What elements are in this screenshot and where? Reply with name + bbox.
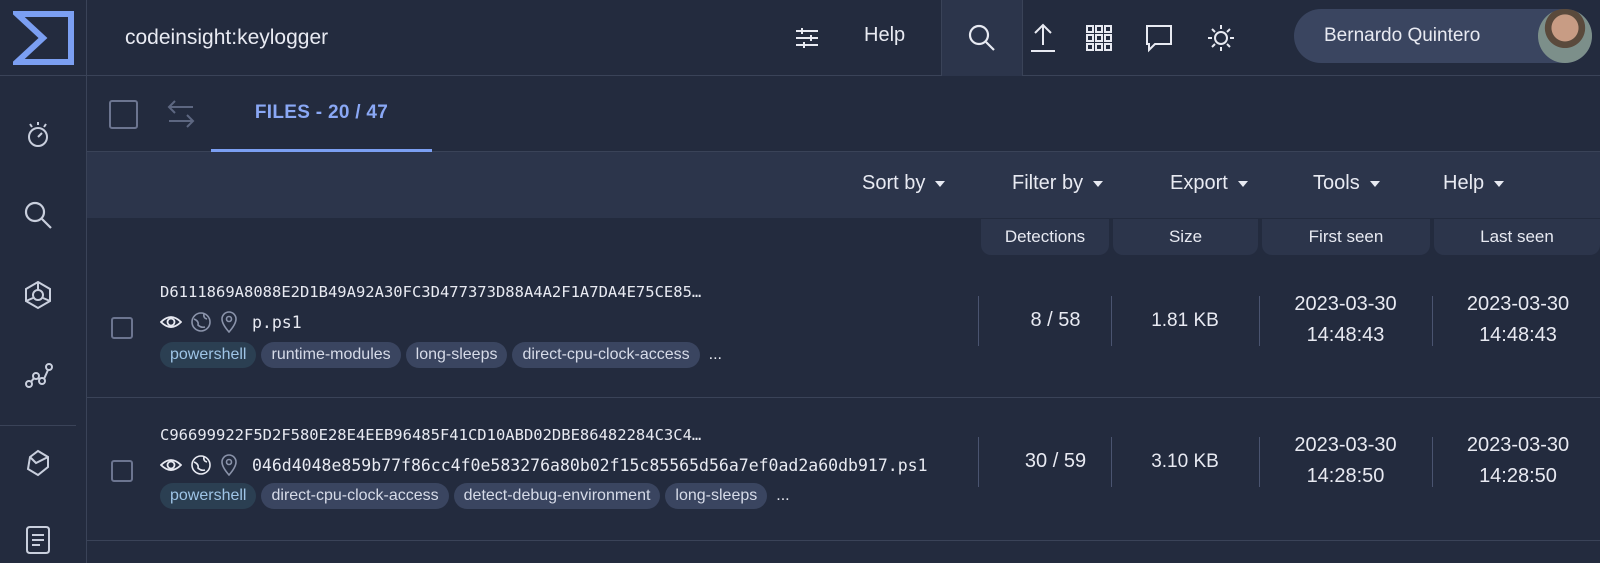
trends-icon[interactable] [18,355,58,395]
file-hash[interactable]: C96699922F5D2F580E28E4EEB96485F41CD10ABD… [160,426,701,444]
table-row[interactable]: D6111869A8088E2D1B49A92A30FC3D477373D88A… [87,256,1600,398]
first-seen-time: 14:28:50 [1306,465,1385,487]
first-seen-time: 14:48:43 [1306,324,1385,346]
results-toolbar: Sort by Filter by Export Tools Help [87,152,1600,218]
search-settings-icon[interactable] [787,18,827,58]
file-name[interactable]: p.ps1 [252,313,302,332]
sort-by-label: Sort by [862,172,926,194]
chevron-down-icon [1494,180,1505,187]
column-first-seen[interactable]: First seen [1262,219,1430,255]
tag[interactable]: runtime-modules [261,342,401,368]
tag[interactable]: powershell [160,483,257,509]
last-seen-value: 2023-03-30 14:48:43 [1432,289,1600,351]
chevron-down-icon [935,180,946,187]
tag[interactable]: long-sleeps [405,342,508,368]
column-detections[interactable]: Detections [981,219,1109,255]
search-query[interactable]: codeinsight:keylogger [125,26,328,50]
sidebar [0,0,87,563]
search-button[interactable] [941,0,1023,76]
bug-icon[interactable] [18,443,58,483]
size-value: 3.10 KB [1151,451,1219,472]
more-tags[interactable]: ... [776,487,789,505]
last-seen-time: 14:28:50 [1479,465,1557,487]
last-seen-date: 2023-03-30 [1466,434,1570,456]
chevron-down-icon [1237,180,1248,187]
table-row[interactable]: C96699922F5D2F580E28E4EEB96485F41CD10ABD… [87,399,1600,541]
tab-bar: FILES - 20 / 47 [87,76,1600,152]
export-label: Export [1170,172,1228,194]
theme-toggle-icon[interactable] [1201,18,1241,58]
first-seen-date: 2023-03-30 [1294,434,1397,456]
globe-icon [191,312,211,332]
search-icon [968,24,995,51]
column-last-seen[interactable]: Last seen [1434,219,1600,255]
size-value: 1.81 KB [1151,310,1219,331]
last-seen-date: 2023-03-30 [1466,293,1570,315]
detections-value[interactable]: 8 / 58 [978,309,1133,332]
top-bar: codeinsight:keylogger Help Bernardo Quin… [87,0,1600,76]
tag[interactable]: powershell [160,342,257,368]
eye-icon [160,316,182,328]
file-name-line: 046d4048e859b77f86cc4f0e583276a80b02f15c… [160,454,928,476]
column-size[interactable]: Size [1113,219,1258,255]
help-dropdown[interactable]: Help [1443,172,1505,195]
tag[interactable]: direct-cpu-clock-access [261,483,449,509]
chevron-down-icon [1369,180,1380,187]
sidebar-divider [0,425,76,426]
tag-list: powershell runtime-modules long-sleeps d… [160,342,722,368]
last-seen-time: 14:48:43 [1479,324,1557,346]
file-hash[interactable]: D6111869A8088E2D1B49A92A30FC3D477373D88A… [160,283,701,301]
upload-icon[interactable] [1023,18,1063,58]
chevron-down-icon [1093,180,1104,187]
export-dropdown[interactable]: Export [1170,172,1248,195]
swap-icon[interactable] [165,96,197,137]
sort-by-dropdown[interactable]: Sort by [862,172,946,195]
select-all-checkbox[interactable] [109,100,138,129]
first-seen-date: 2023-03-30 [1294,293,1397,315]
filter-by-label: Filter by [1012,172,1084,194]
tag[interactable]: detect-debug-environment [453,483,661,509]
tag-list: powershell direct-cpu-clock-access detec… [160,483,790,509]
tools-dropdown[interactable]: Tools [1313,172,1380,195]
graph-icon[interactable] [18,275,58,315]
rules-icon[interactable] [18,520,58,560]
eye-icon [160,459,182,471]
apps-grid-icon[interactable] [1079,18,1119,58]
more-tags[interactable]: ... [709,346,722,364]
threat-hunting-icon[interactable] [18,115,58,155]
help-label: Help [1443,172,1485,194]
user-name: Bernardo Quintero [1324,25,1481,46]
detections-value[interactable]: 30 / 59 [978,450,1133,473]
tag[interactable]: direct-cpu-clock-access [512,342,700,368]
app-root: codeinsight:keylogger Help Bernardo Quin… [0,0,1600,563]
file-name[interactable]: 046d4048e859b77f86cc4f0e583276a80b02f15c… [252,456,928,475]
file-name-line: p.ps1 [160,311,302,333]
tab-files[interactable]: FILES - 20 / 47 [211,76,432,152]
search-icon[interactable] [18,195,58,235]
first-seen-value: 2023-03-30 14:48:43 [1259,289,1432,351]
row-checkbox[interactable] [111,460,133,482]
filter-by-dropdown[interactable]: Filter by [1012,172,1104,195]
location-pin-icon [221,454,237,476]
avatar[interactable] [1538,9,1592,63]
first-seen-value: 2023-03-30 14:28:50 [1259,430,1432,492]
help-link[interactable]: Help [864,24,905,47]
virustotal-logo[interactable] [0,0,87,76]
location-pin-icon [221,311,237,333]
chat-icon[interactable] [1139,18,1179,58]
last-seen-value: 2023-03-30 14:28:50 [1432,430,1600,492]
tag[interactable]: long-sleeps [665,483,768,509]
row-checkbox[interactable] [111,317,133,339]
user-menu[interactable]: Bernardo Quintero [1294,9,1592,63]
globe-icon [191,455,211,475]
tools-label: Tools [1313,172,1360,194]
